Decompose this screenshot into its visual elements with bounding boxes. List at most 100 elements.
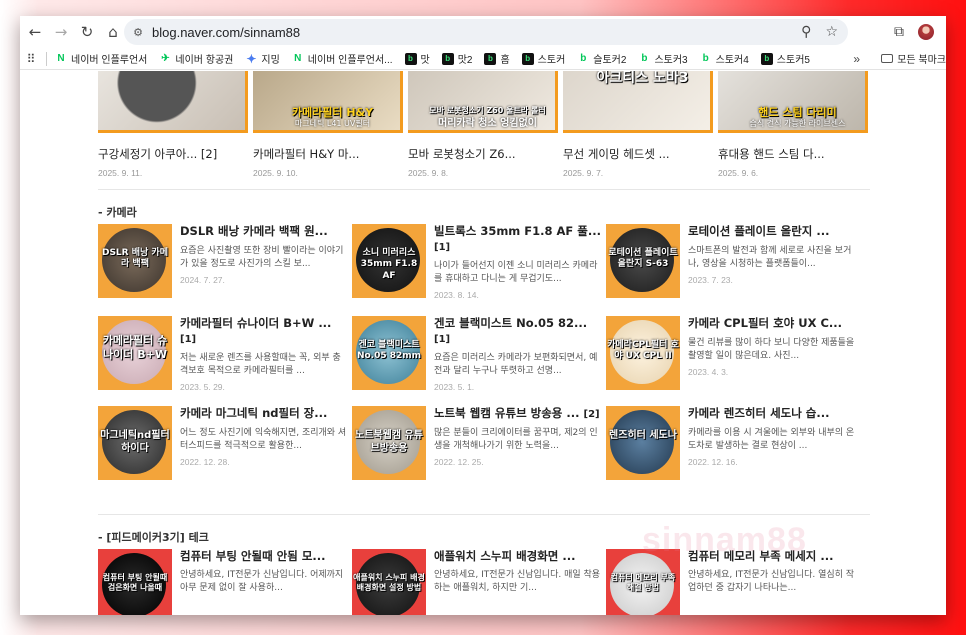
post-thumbnail[interactable]: 컴퓨터 부팅 안될때 검은화면 나올때 (98, 549, 172, 615)
post-thumbnail[interactable]: 핸드 스팀 다리미 습식 건식 가능한 라이브센스 (718, 71, 868, 133)
recent-post-tile[interactable]: 핸드 스팀 다리미 습식 건식 가능한 라이브센스 휴대용 핸드 스팀 다... … (718, 71, 873, 178)
apps-grid-icon[interactable]: ⠿ (20, 52, 42, 66)
post-title[interactable]: 카메라필터 슈나이더 B+W ... [1] (180, 316, 348, 347)
site-info-icon[interactable]: ⚙ (124, 26, 152, 39)
post-thumbnail[interactable] (98, 71, 248, 133)
recent-post-tile[interactable]: 구강세정기 아쿠아... [2] 2025. 9. 11. (98, 71, 253, 178)
post-excerpt[interactable]: 안녕하세요, IT전문가 신남입니다. 매일 착용하는 애플워치, 하지만 기.… (434, 569, 602, 594)
post-date: 2025. 9. 8. (408, 168, 449, 178)
bookmarks-separator (46, 51, 47, 66)
post-item[interactable]: 마그네틱nd필터 하이다 카메라 마그네틱 nd필터 장... 어느 정도 사진… (98, 406, 346, 496)
post-excerpt[interactable]: 저는 새로운 렌즈를 사용할때는 꼭, 외부 충격보호 목적으로 카메라필터를 … (180, 352, 348, 377)
bookmark-item[interactable]: ✦ 지밍 (245, 51, 279, 67)
post-item[interactable]: 렌즈히터 세도나 카메라 렌즈히터 세도나 습... 카메라를 이용 시 겨울에… (606, 406, 854, 496)
extensions-icon[interactable]: ⧉ (894, 24, 904, 40)
reload-icon[interactable]: ↻ (74, 19, 100, 45)
post-thumbnail[interactable]: 카메라필터 슈나이더 B+W (98, 316, 172, 390)
recent-post-tile[interactable]: 카메라필터 H&Y 마그네틱 L41 UV필터 카메라필터 H&Y 마... 20… (253, 71, 408, 178)
post-thumbnail[interactable]: 렌즈히터 세도나 (606, 406, 680, 480)
blog-watermark: sinnam88 (642, 521, 807, 559)
bookmark-item[interactable]: ✈ 네이버 항공권 (159, 51, 233, 66)
post-excerpt[interactable]: 나이가 들어선지 이젠 소니 미러리스 카메라를 휴대하고 다니는 게 무겁기도… (434, 260, 602, 285)
profile-avatar[interactable] (918, 24, 934, 40)
post-date: 2023. 8. 14. (434, 290, 479, 300)
post-excerpt[interactable]: 안녕하세요, IT전문가 신남입니다. 열심히 작업하던 중 갑자기 나타나는.… (688, 569, 856, 594)
post-thumbnail[interactable]: 마그네틱nd필터 하이다 (98, 406, 172, 480)
url-text[interactable]: blog.naver.com/sinnam88 (152, 25, 300, 40)
address-bar[interactable]: ⚙ blog.naver.com/sinnam88 ⚲ ☆ (124, 19, 848, 45)
post-title[interactable]: 모바 로봇청소기 Z6... (408, 146, 563, 162)
post-thumbnail[interactable]: 카메라CPL필터 호야 UX CPL II (606, 316, 680, 390)
post-title[interactable]: 겐코 블랙미스트 No.05 82... [1] (434, 316, 602, 347)
post-item[interactable]: DSLR 배낭 카메라 백팩 DSLR 배낭 카메라 백팩 원... 요즘은 사… (98, 224, 346, 314)
post-date: 2022. 12. 25. (434, 457, 484, 467)
post-title[interactable]: DSLR 배낭 카메라 백팩 원... (180, 224, 348, 240)
post-item[interactable]: 노트북웹캠 유튜브방송용 노트북 웹캠 유튜브 방송용 ... [2] 많은 분… (352, 406, 600, 496)
post-thumbnail[interactable]: 카메라필터 H&Y 마그네틱 L41 UV필터 (253, 71, 403, 133)
category-title[interactable]: - 카메라 (98, 204, 137, 220)
post-excerpt[interactable]: 많은 분들이 크리에이터를 꿈꾸며, 제2의 인생을 개척해나가기 위한 노력을… (434, 427, 602, 452)
post-thumbnail[interactable]: 겐코 블랙미스트 No.05 82mm (352, 316, 426, 390)
post-title[interactable]: 카메라필터 H&Y 마... (253, 146, 408, 162)
post-thumbnail[interactable]: 로테이션 플레이트 올란지 S-63 (606, 224, 680, 298)
bookmark-item[interactable]: b 맛2 (441, 51, 472, 66)
bookmark-item[interactable]: b 스토커3 (638, 51, 687, 66)
post-item[interactable]: 애플워치 스누피 배경 배경화면 설정 방법 애플워치 스누피 배경화면 ...… (352, 549, 600, 615)
post-excerpt[interactable]: 카메라를 이용 시 겨울에는 외부와 내부의 온도차로 발생하는 결로 현상이 … (688, 427, 856, 452)
post-excerpt[interactable]: 요즘은 미러리스 카메라가 보편화되면서, 예전과 달리 누구나 뚜렷하고 선명… (434, 352, 602, 377)
post-thumbnail[interactable]: 아크티스 노바3 (563, 71, 713, 133)
post-title[interactable]: 구강세정기 아쿠아... [2] (98, 146, 253, 162)
post-thumbnail[interactable]: 소니 미러리스 35mm F1.8 AF (352, 224, 426, 298)
blog-content: 구강세정기 아쿠아... [2] 2025. 9. 11. 카메라필터 H&Y 마… (20, 71, 946, 615)
post-text: 카메라 CPL필터 호야 UX C... 물건 리뷰를 많이 하다 보니 다양한… (688, 316, 856, 377)
post-date: 2025. 9. 11. (98, 168, 143, 178)
post-thumbnail[interactable]: DSLR 배낭 카메라 백팩 (98, 224, 172, 298)
blog-icon: b (760, 52, 773, 65)
post-excerpt[interactable]: 안녕하세요, IT전문가 신남입니다. 어제까지 아무 문제 없이 잘 사용하.… (180, 569, 348, 594)
post-title[interactable]: 카메라 CPL필터 호야 UX C... (688, 316, 856, 332)
recent-post-tile[interactable]: 모바 로봇청소기 Z60 울트라 롤러 머리카락 청소 엉킴없이 모바 로봇청소기… (408, 71, 563, 178)
post-excerpt[interactable]: 어느 정도 사진기에 익숙해지면, 조리개와 셔터스피드를 적극적으로 활용한.… (180, 427, 348, 452)
post-item[interactable]: 카메라필터 슈나이더 B+W 카메라필터 슈나이더 B+W ... [1] 저는… (98, 316, 346, 406)
post-thumbnail[interactable]: 노트북웹캠 유튜브방송용 (352, 406, 426, 480)
bookmark-item[interactable]: N 네이버 인플루언서 (55, 51, 147, 66)
post-title[interactable]: 휴대용 핸드 스팀 다... (718, 146, 873, 162)
post-thumbnail[interactable]: 애플워치 스누피 배경 배경화면 설정 방법 (352, 549, 426, 615)
post-item[interactable]: 컴퓨터 부팅 안될때 검은화면 나올때 컴퓨터 부팅 안될때 안됨 모... 안… (98, 549, 346, 615)
bookmark-star-icon[interactable]: ☆ (825, 24, 838, 40)
post-item[interactable]: 로테이션 플레이트 올란지 S-63 로테이션 플레이트 올란지 ... 스마트… (606, 224, 854, 314)
post-title[interactable]: 노트북 웹캠 유튜브 방송용 ... [2] (434, 406, 602, 422)
post-title[interactable]: 카메라 렌즈히터 세도나 습... (688, 406, 856, 422)
bookmark-item[interactable]: b 스토커5 (760, 51, 810, 66)
post-item[interactable]: 카메라CPL필터 호야 UX CPL II 카메라 CPL필터 호야 UX C.… (606, 316, 854, 406)
post-date: 2025. 9. 7. (563, 168, 604, 178)
post-excerpt[interactable]: 스마트폰의 발전과 함께 세로로 사진을 보거나, 영상을 시청하는 플랫폼들이… (688, 245, 856, 270)
post-item[interactable]: 소니 미러리스 35mm F1.8 AF 빌트록스 35mm F1.8 AF 풀… (352, 224, 602, 314)
post-thumbnail[interactable]: 모바 로봇청소기 Z60 울트라 롤러 머리카락 청소 엉킴없이 (408, 71, 558, 133)
back-arrow-icon[interactable]: ← (22, 19, 48, 45)
post-excerpt[interactable]: 요즘은 사진촬영 또한 장비 빨이라는 이야기가 있을 정도로 사진가의 스킬 … (180, 245, 348, 270)
post-item[interactable]: 겐코 블랙미스트 No.05 82mm 겐코 블랙미스트 No.05 82...… (352, 316, 600, 406)
zoom-icon[interactable]: ⚲ (801, 24, 811, 40)
all-bookmarks-button[interactable]: 모든 북마크 (881, 51, 946, 66)
post-title[interactable]: 컴퓨터 부팅 안될때 안됨 모... (180, 549, 348, 564)
section-divider (98, 514, 870, 515)
home-icon[interactable]: ⌂ (100, 19, 126, 45)
bookmarks-more-button[interactable]: » (853, 52, 860, 66)
post-excerpt[interactable]: 물건 리뷰를 많이 하다 보니 다양한 제품들을 촬영할 일이 많은데요. 사진… (688, 337, 856, 362)
forward-arrow-icon[interactable]: → (48, 19, 74, 45)
bookmark-item[interactable]: b홈 (484, 51, 510, 66)
bookmark-item[interactable]: b맛 (404, 51, 430, 66)
bookmark-item[interactable]: N 네이버 인플루언서... (292, 51, 392, 66)
category-title[interactable]: - [피드메이커3기] 테크 (98, 529, 209, 545)
post-title[interactable]: 빌트록스 35mm F1.8 AF 풀... [1] (434, 224, 602, 255)
recent-post-tile[interactable]: 아크티스 노바3 무선 게이밍 헤드셋 ... 2025. 9. 7. (563, 71, 718, 178)
bookmark-item[interactable]: b 스토커4 (700, 51, 749, 66)
bookmark-item[interactable]: b 슬토커2 (577, 51, 626, 66)
post-title[interactable]: 애플워치 스누피 배경화면 ... (434, 549, 602, 564)
post-title[interactable]: 로테이션 플레이트 올란지 ... (688, 224, 856, 240)
post-title[interactable]: 무선 게이밍 헤드셋 ... (563, 146, 718, 162)
bookmark-item[interactable]: b 스토커 (521, 51, 565, 66)
post-date: 2023. 7. 23. (688, 275, 733, 285)
post-title[interactable]: 카메라 마그네틱 nd필터 장... (180, 406, 348, 422)
